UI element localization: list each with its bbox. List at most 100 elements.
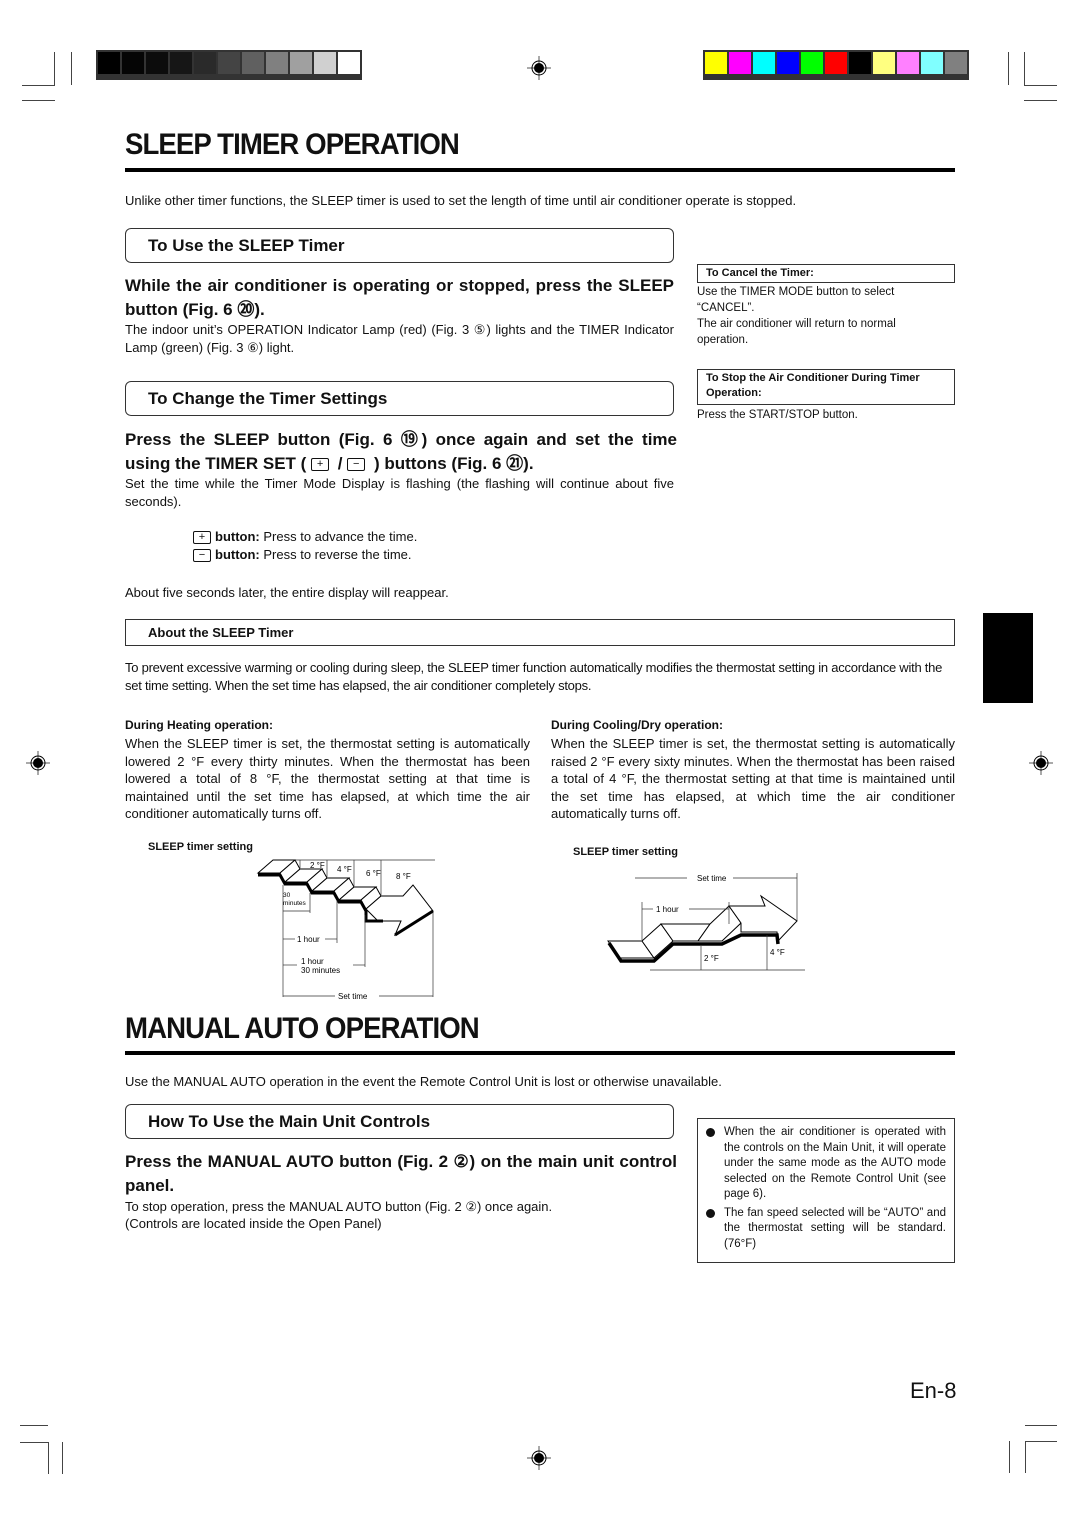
color-swatch: [777, 52, 799, 74]
bullet-icon: [706, 1128, 715, 1137]
color-swatch: [266, 52, 288, 74]
registration-mark-icon: [1029, 751, 1053, 775]
label-30: 30: [283, 892, 291, 899]
label-1-hour: 1 hour: [297, 935, 320, 944]
desc: Press to advance the time.: [263, 529, 418, 544]
color-swatch: [338, 52, 360, 74]
minus-button-desc: − button: Press to reverse the time.: [193, 546, 412, 564]
color-swatch: [218, 52, 240, 74]
change-note: Set the time while the Timer Mode Displa…: [125, 476, 674, 509]
label-1-hour: 1 hour: [656, 905, 679, 914]
color-swatch: [98, 52, 120, 74]
crop-mark: [1025, 1441, 1026, 1473]
note-text: When the air conditioner is operated wit…: [724, 1126, 946, 1200]
crop-mark: [1024, 100, 1057, 101]
cancel-timer-text-1: Use the TIMER MODE button to select “CAN…: [697, 286, 895, 314]
about-text: To prevent excessive warming or cooling …: [125, 660, 943, 693]
step-label: 6 °F: [366, 869, 381, 878]
stop-ac-heading: To Stop the Air Conditioner During Timer…: [697, 369, 955, 405]
crop-mark: [62, 1442, 63, 1474]
color-swatch: [849, 52, 871, 74]
heating-sleep-diagram: 2 °F 4 °F 6 °F 8 °F 30 minutes 1 hour 1 …: [256, 859, 435, 1001]
crop-mark: [22, 100, 55, 101]
crop-mark: [1024, 85, 1057, 86]
color-swatch: [897, 52, 919, 74]
color-swatch: [873, 52, 895, 74]
grayscale-color-bar: [96, 50, 362, 80]
instruction-text: ) buttons (Fig. 6 ㉑).: [373, 454, 534, 473]
crop-mark: [71, 52, 72, 85]
plus-button-icon: +: [193, 531, 211, 545]
note-text: The fan speed selected will be “AUTO” an…: [724, 1206, 946, 1250]
step-label: 2 °F: [310, 861, 325, 870]
display-reappear-note: About five seconds later, the entire dis…: [125, 585, 449, 600]
color-swatch: [921, 52, 943, 74]
heating-heading: During Heating operation:: [125, 718, 273, 732]
change-timer-heading: To Change the Timer Settings: [125, 381, 674, 416]
label-minutes: minutes: [283, 900, 307, 907]
note-item: When the air conditioner is operated wit…: [706, 1125, 946, 1203]
heading-text: How To Use the Main Unit Controls: [148, 1111, 431, 1131]
cancel-timer-heading: To Cancel the Timer:: [697, 264, 955, 283]
label: button:: [215, 547, 260, 562]
use-instruction: While the air conditioner is operating o…: [125, 276, 674, 319]
cancel-timer-text-2: The air conditioner will return to norma…: [697, 318, 896, 346]
label-set-time: Set time: [338, 992, 368, 1001]
label-set-time: Set time: [697, 874, 727, 883]
color-swatch: [122, 52, 144, 74]
stop-ac-text: Press the START/STOP button.: [697, 409, 858, 421]
heating-diagram-title: SLEEP timer setting: [148, 841, 253, 853]
crop-mark: [54, 52, 55, 85]
step-label: 4 °F: [337, 865, 352, 874]
heating-text: When the SLEEP timer is set, the thermos…: [125, 736, 530, 821]
color-swatch: [729, 52, 751, 74]
registration-mark-icon: [527, 56, 551, 80]
cooling-sleep-diagram: Set time 1 hour 2 °F 4 °F: [607, 873, 805, 971]
crop-mark: [20, 1425, 48, 1426]
color-swatch: [170, 52, 192, 74]
color-swatch: [705, 52, 727, 74]
color-swatch: [825, 52, 847, 74]
bullet-icon: [706, 1208, 715, 1218]
color-swatch: [753, 52, 775, 74]
manual-instruction: Press the MANUAL AUTO button (Fig. 2 ②) …: [125, 1152, 677, 1195]
crop-mark: [1025, 1425, 1057, 1426]
manual-note-2: (Controls are located inside the Open Pa…: [125, 1216, 382, 1231]
step-label: 4 °F: [770, 948, 785, 957]
main-unit-controls-heading: How To Use the Main Unit Controls: [125, 1104, 674, 1139]
plus-button-icon: +: [311, 458, 330, 472]
crop-mark: [22, 85, 55, 86]
color-swatch: [242, 52, 264, 74]
section-tab: [983, 613, 1033, 703]
step-label: 8 °F: [396, 872, 411, 881]
registration-mark-icon: [527, 1446, 551, 1470]
cooling-diagram-title: SLEEP timer setting: [573, 846, 678, 858]
sleep-timer-title: SLEEP TIMER OPERATION: [125, 128, 460, 161]
note-item: The fan speed selected will be “AUTO” an…: [706, 1206, 946, 1253]
crop-mark: [1009, 1441, 1010, 1473]
color-swatch: [801, 52, 823, 74]
color-swatch: [945, 52, 967, 74]
manual-note-1: To stop operation, press the MANUAL AUTO…: [125, 1199, 553, 1214]
heading-text: To Use the SLEEP Timer: [148, 235, 345, 255]
heading-text: About the SLEEP Timer: [148, 625, 294, 640]
cooling-heading: During Cooling/Dry operation:: [551, 718, 723, 732]
slash: /: [333, 454, 348, 473]
use-note: The indoor unit’s OPERATION Indicator La…: [125, 322, 674, 355]
color-swatch: [290, 52, 312, 74]
manual-notes-box: When the air conditioner is operated wit…: [697, 1118, 955, 1263]
minus-button-icon: −: [193, 549, 211, 563]
registration-mark-icon: [26, 751, 50, 775]
label-1h30-a: 1 hour: [301, 957, 324, 966]
minus-button-icon: −: [347, 458, 366, 472]
manual-auto-title: MANUAL AUTO OPERATION: [125, 1012, 480, 1045]
title-rule: [125, 1051, 955, 1055]
label: button:: [215, 529, 260, 544]
color-swatch: [194, 52, 216, 74]
plus-button-desc: + button: Press to advance the time.: [193, 528, 417, 546]
page-number: En-8: [910, 1378, 957, 1403]
change-instruction: Press the SLEEP button (Fig. 6 ⑲) once a…: [125, 428, 677, 476]
cooling-text: When the SLEEP timer is set, the thermos…: [551, 736, 955, 821]
color-swatch: [146, 52, 168, 74]
step-label: 2 °F: [704, 954, 719, 963]
